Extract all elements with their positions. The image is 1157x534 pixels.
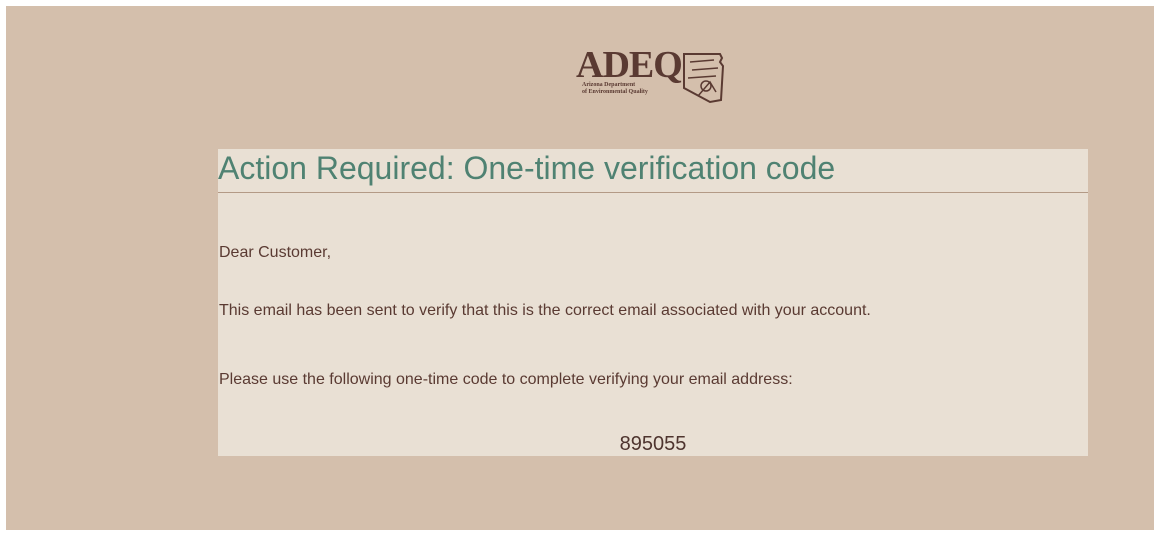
body-text-instructions: Please use the following one-time code t…	[219, 371, 793, 388]
logo-text: ADEQ Arizona Department of Environmental…	[576, 44, 683, 96]
logo-subtitle-line2: of Environmental Quality	[582, 89, 648, 95]
adeq-logo: ADEQ Arizona Department of Environmental…	[576, 44, 736, 108]
greeting-text: Dear Customer,	[219, 244, 332, 261]
email-title: Action Required: One-time verification c…	[218, 149, 1088, 193]
body-text-verify: This email has been sent to verify that …	[219, 302, 871, 319]
logo-subtitle-line1: Arizona Department	[582, 82, 636, 88]
verification-code: 895055	[619, 433, 687, 455]
email-card: Action Required: One-time verification c…	[218, 149, 1088, 456]
arizona-state-icon	[682, 53, 724, 104]
logo-wordmark: ADEQ	[576, 44, 683, 86]
email-background: ADEQ Arizona Department of Environmental…	[6, 6, 1154, 530]
